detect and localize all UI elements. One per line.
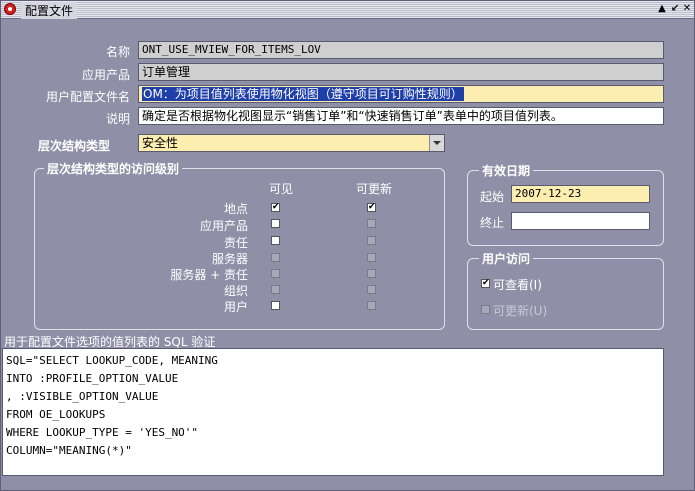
organization-updatable-checkbox xyxy=(367,285,376,294)
sql-line: WHERE LOOKUP_TYPE = 'YES_NO'" xyxy=(6,426,199,439)
site-visible-checkbox[interactable]: ✔ xyxy=(271,203,280,212)
server-visible-checkbox xyxy=(271,253,280,262)
user-access-title: 用户访问 xyxy=(479,250,534,267)
viewable-checkbox[interactable]: ✔ xyxy=(481,279,490,288)
access-row-label: 服务器 xyxy=(211,252,248,266)
server-updatable-checkbox xyxy=(367,253,376,262)
end-date-label: 终止 xyxy=(480,216,505,230)
viewable-label: 可查看(I) xyxy=(493,278,542,292)
server-responsibility-visible-checkbox xyxy=(271,269,280,278)
hierarchy-type-label: 层次结构类型 xyxy=(38,139,111,153)
access-row-label: 应用产品 xyxy=(199,219,248,233)
hierarchy-type-value: 安全性 xyxy=(142,136,179,150)
updatable-checkbox xyxy=(481,305,490,314)
responsibility-visible-checkbox[interactable] xyxy=(271,236,280,245)
server-responsibility-updatable-checkbox xyxy=(367,269,376,278)
sql-line: , :VISIBLE_OPTION_VALUE xyxy=(6,390,159,403)
user-visible-checkbox[interactable] xyxy=(271,301,280,310)
application-updatable-checkbox xyxy=(367,219,376,228)
minimize-icon[interactable]: ▲ xyxy=(656,3,668,15)
organization-visible-checkbox xyxy=(271,285,280,294)
responsibility-updatable-checkbox xyxy=(367,236,376,245)
site-updatable-checkbox[interactable]: ✔ xyxy=(367,203,376,212)
profile-name-label: 用户配置文件名 xyxy=(45,90,130,104)
access-row-label: 用户 xyxy=(223,300,248,314)
application-field[interactable]: 订单管理 xyxy=(138,63,664,81)
application-visible-checkbox[interactable] xyxy=(271,219,280,228)
start-date-label: 起始 xyxy=(480,190,505,204)
sql-line: SQL="SELECT LOOKUP_CODE, MEANING xyxy=(6,354,218,367)
sql-line: FROM OE_LOOKUPS xyxy=(6,408,106,421)
effective-dates-title: 有效日期 xyxy=(479,162,534,179)
start-date-field[interactable]: 2007-12-23 xyxy=(511,185,650,203)
name-label: 名称 xyxy=(105,45,130,59)
access-level-title: 层次结构类型的访问级别 xyxy=(44,160,183,177)
application-label: 应用产品 xyxy=(81,68,130,82)
visible-column-header: 可见 xyxy=(269,182,294,196)
updatable-label: 可更新(U) xyxy=(493,304,548,318)
sql-line: INTO :PROFILE_OPTION_VALUE xyxy=(6,372,179,385)
description-label: 说明 xyxy=(105,112,130,126)
end-date-field[interactable] xyxy=(511,212,650,230)
chevron-down-icon[interactable] xyxy=(429,135,444,151)
user-updatable-checkbox xyxy=(367,301,376,310)
updatable-column-header: 可更新 xyxy=(356,182,393,196)
sql-validation-textarea[interactable]: SQL="SELECT LOOKUP_CODE, MEANING INTO :P… xyxy=(2,348,664,476)
access-row-label: 服务器 + 责任 xyxy=(170,268,248,282)
oracle-app-icon xyxy=(4,3,16,15)
sql-line: COLUMN="MEANING(*)" xyxy=(6,444,132,457)
description-field[interactable]: 确定是否根据物化视图显示“销售订单”和“快速销售订单”表单中的项目值列表。 xyxy=(138,107,664,125)
access-row-label: 组织 xyxy=(223,284,248,298)
window-title: 配置文件 xyxy=(21,2,78,19)
restore-icon[interactable]: ↙ xyxy=(669,3,681,15)
profile-name-field[interactable]: OM：为项目值列表使用物化视图（遵守项目可订购性规则） xyxy=(138,85,664,103)
profile-name-selection: OM：为项目值列表使用物化视图（遵守项目可订购性规则） xyxy=(142,87,464,101)
access-row-label: 地点 xyxy=(223,202,248,216)
user-access-frame xyxy=(467,258,664,330)
title-bar[interactable]: 配置文件 ▲ ↙ ✕ xyxy=(1,1,694,19)
access-row-label: 责任 xyxy=(223,236,248,250)
effective-dates-frame xyxy=(467,170,664,246)
profile-window: 配置文件 ▲ ↙ ✕ 名称 ONT_USE_MVIEW_FOR_ITEMS_LO… xyxy=(0,0,695,491)
hierarchy-type-select[interactable]: 安全性 xyxy=(138,134,445,152)
close-icon[interactable]: ✕ xyxy=(681,3,693,15)
name-field[interactable]: ONT_USE_MVIEW_FOR_ITEMS_LOV xyxy=(138,41,664,59)
